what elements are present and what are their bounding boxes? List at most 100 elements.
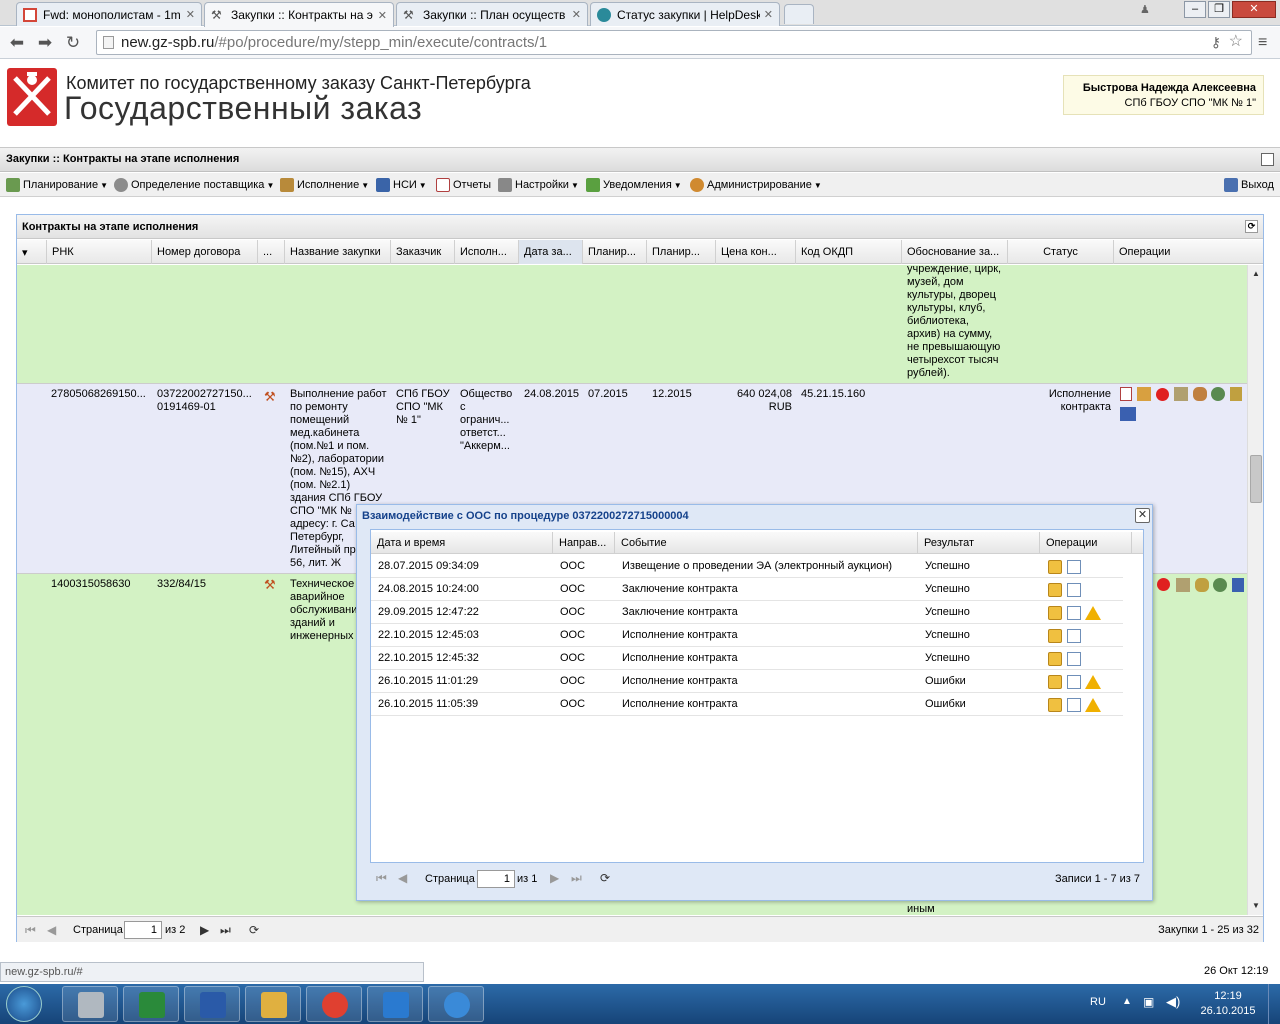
ooc-icon[interactable] [1120,407,1136,421]
gear-icon[interactable] [1211,387,1225,401]
package-icon[interactable] [1048,652,1062,666]
taskbar-app[interactable] [245,986,301,1022]
col-datetime[interactable]: Дата и время [371,532,553,554]
package-icon[interactable] [1048,583,1062,597]
collapse-panel-button[interactable] [1261,153,1274,166]
gavel-icon[interactable]: ⚒ [264,390,280,404]
close-dialog-button[interactable]: ✕ [1135,508,1150,523]
menu-execution[interactable]: Исполнение ▼ [280,177,369,193]
close-tab-icon[interactable]: ✕ [186,8,195,21]
list-icon[interactable] [1230,387,1242,401]
col-purchase-name[interactable]: Название закупки [285,240,391,264]
prev-page-icon[interactable]: ◀ [398,871,407,885]
scroll-up-icon[interactable]: ▲ [1252,269,1260,278]
dialog-table-row[interactable]: 29.09.2015 12:47:22 ООС Заключение контрак… [371,601,1123,624]
close-window-button[interactable]: ✕ [1232,1,1276,18]
col-customer[interactable]: Заказчик [391,240,455,264]
next-page-icon[interactable]: ▶ [550,871,559,885]
document-icon[interactable] [1067,606,1081,620]
emblem-icon[interactable] [1193,387,1207,401]
col-plan-end[interactable]: Планир... [647,240,716,264]
reload-button[interactable]: ↻ [62,32,84,54]
back-button[interactable]: ⬅ [6,32,28,54]
prev-page-icon[interactable]: ◀ [47,923,56,937]
col-executor[interactable]: Исполн... [455,240,519,264]
taskbar-app[interactable] [62,986,118,1022]
col-okdp[interactable]: Код ОКДП [796,240,902,264]
package-icon[interactable] [1048,698,1062,712]
chart-icon[interactable] [1174,387,1188,401]
col-price[interactable]: Цена кон... [716,240,796,264]
key-icon[interactable]: ⚷ [1211,31,1221,54]
warning-icon[interactable] [1085,698,1101,712]
start-button[interactable] [6,986,42,1022]
package-icon[interactable] [1048,629,1062,643]
tray-arrow-icon[interactable]: ▲ [1122,996,1132,1007]
taskbar-app[interactable] [123,986,179,1022]
taskbar-app[interactable] [367,986,423,1022]
report-icon[interactable] [1120,387,1132,401]
search-icon[interactable] [1195,578,1209,592]
menu-supplier[interactable]: Определение поставщика ▼ [114,177,274,193]
edit-icon[interactable] [1137,387,1151,401]
language-indicator[interactable]: RU [1090,996,1106,1008]
forward-button[interactable]: ➡ [34,32,56,54]
col-direction[interactable]: Направ... [553,532,615,554]
document-icon[interactable] [1067,560,1081,574]
taskbar-app[interactable] [184,986,240,1022]
dialog-table-row[interactable]: 22.10.2015 12:45:03 ООС Исполнение контрак… [371,624,1123,647]
first-page-icon[interactable]: ⏮ [25,923,36,938]
table-row[interactable]: учреждение, цирк, музей, дом культуры, д… [17,265,1247,384]
warning-icon[interactable] [1085,675,1101,689]
menu-planning[interactable]: Планирование ▼ [6,177,108,193]
logout-button[interactable]: Выход [1224,177,1274,193]
first-page-icon[interactable]: ⏮ [376,871,387,886]
volume-icon[interactable]: ◀) [1166,994,1180,1010]
refresh-icon[interactable]: ⟳ [600,871,610,885]
browser-tab-plan[interactable]: ⚒ Закупки :: План осуществ ✕ [396,2,588,26]
package-icon[interactable] [1048,560,1062,574]
minimize-button[interactable]: ‒ [1184,1,1206,18]
col-date[interactable]: Дата за... [519,240,583,264]
page-number-input[interactable]: 1 [477,870,515,888]
refresh-grid-icon[interactable]: ⟳ [1245,220,1258,233]
gavel-icon[interactable]: ⚒ [264,578,276,591]
menu-reports[interactable]: Отчеты [436,177,491,193]
maximize-button[interactable]: ❐ [1208,1,1230,18]
clock[interactable]: 12:19 26.10.2015 [1198,989,1258,1019]
scroll-down-icon[interactable]: ▼ [1252,901,1260,910]
dialog-table-row[interactable]: 22.10.2015 12:45:32 ООС Исполнение контрак… [371,647,1123,670]
taskbar-app[interactable] [306,986,362,1022]
last-page-icon[interactable]: ⏭ [571,871,582,886]
bookmark-star-icon[interactable]: ☆ [1229,30,1243,53]
package-icon[interactable] [1048,606,1062,620]
package-icon[interactable] [1048,675,1062,689]
taskbar-app[interactable] [428,986,484,1022]
vertical-scrollbar[interactable]: ▲ ▼ [1247,265,1263,915]
browser-tab-gmail[interactable]: Fwd: монополистам - 1m ✕ [16,2,202,26]
network-icon[interactable]: ▣ [1143,995,1154,1009]
close-tab-icon[interactable]: ✕ [572,8,581,21]
refresh-icon[interactable]: ⟳ [249,923,259,937]
col-contract-number[interactable]: Номер договора [152,240,258,264]
ooc-icon[interactable] [1232,578,1244,592]
last-page-icon[interactable]: ⏭ [220,923,231,938]
col-justification[interactable]: Обоснование за... [902,240,1008,264]
col-result[interactable]: Результат [918,532,1040,554]
menu-icon[interactable]: ≡ [1258,34,1267,52]
menu-nsi[interactable]: НСИ ▼ [376,177,427,193]
filter-icon[interactable]: ▾ [17,240,47,264]
document-icon[interactable] [1067,583,1081,597]
document-icon[interactable] [1067,629,1081,643]
document-icon[interactable] [1067,675,1081,689]
col-plan-start[interactable]: Планир... [583,240,647,264]
next-page-icon[interactable]: ▶ [200,923,209,937]
gear-icon[interactable] [1213,578,1227,592]
chart-icon[interactable] [1176,578,1190,592]
dialog-table-row[interactable]: 28.07.2015 09:34:09 ООС Извещение о провед… [371,555,1123,578]
dialog-table-row[interactable]: 26.10.2015 11:01:29 ООС Исполнение контрак… [371,670,1123,693]
close-tab-icon[interactable]: ✕ [764,8,773,21]
page-number-input[interactable]: 1 [124,921,162,939]
col-dots[interactable]: ... [258,240,285,264]
browser-tab-helpdesk[interactable]: Статус закупки | HelpDesk ✕ [590,2,780,26]
